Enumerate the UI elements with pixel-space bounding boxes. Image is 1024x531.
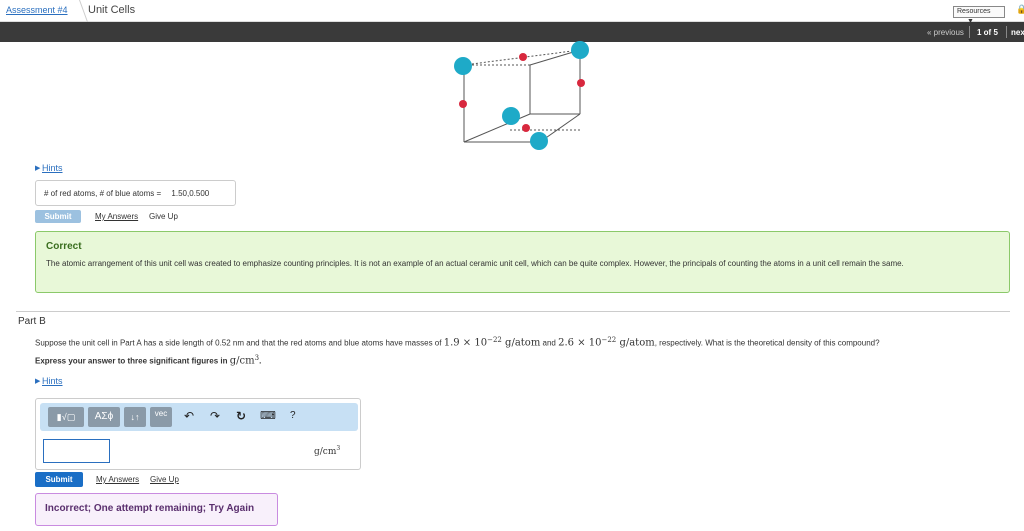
answer-unit-label: g/cm3 (314, 445, 340, 457)
part-b-answer-input[interactable] (43, 439, 110, 463)
instruction-unit: g/cm (229, 355, 255, 367)
part-b-instruction: Express your answer to three significant… (35, 354, 261, 367)
part-a-feedback-correct: Correct The atomic arrangement of this u… (35, 231, 1010, 293)
answer-unit: g/cm (314, 447, 337, 457)
vector-button[interactable]: vec (150, 407, 172, 427)
next-link[interactable]: next » (1011, 28, 1024, 37)
breadcrumb-assessment-link[interactable]: Assessment #4 (6, 5, 68, 15)
previous-link[interactable]: « previous (927, 28, 964, 37)
question-tail: , respectively. What is the theoretical … (654, 338, 880, 348)
unit-cell-diagram (454, 41, 589, 150)
instruction-text: Express your answer to three significant… (35, 356, 228, 366)
mass-blue: 2.6 × 10 (558, 337, 602, 349)
question-text: Suppose the unit cell in Part A has a si… (35, 338, 442, 348)
resources-dropdown[interactable]: Resources ▼ (953, 6, 1005, 25)
mass-blue-exponent: −22 (601, 336, 617, 344)
redo-icon[interactable]: ↷ (210, 409, 220, 423)
mass-red-unit: g/atom (501, 337, 541, 349)
part-a-hints-link[interactable]: Hints (42, 163, 63, 173)
feedback-incorrect-text: Incorrect; One attempt remaining; Try Ag… (45, 503, 255, 514)
instruction-end: . (259, 356, 262, 366)
part-b-submit-button[interactable]: Submit (35, 472, 83, 487)
red-atom (522, 124, 530, 132)
blue-atom (571, 41, 589, 59)
blue-atom (502, 107, 520, 125)
part-b-feedback-incorrect: Incorrect; One attempt remaining; Try Ag… (35, 493, 278, 526)
question-and: and (540, 338, 559, 348)
answer-unit-exponent: 3 (336, 445, 341, 452)
greek-symbols-button[interactable]: ΑΣϕ (88, 407, 120, 427)
undo-icon[interactable]: ↶ (184, 409, 194, 423)
cube-edge (463, 113, 531, 143)
templates-button[interactable]: ▮√▢ (48, 407, 84, 427)
caret-right-icon: ▶ (35, 165, 41, 172)
math-toolbar: ▮√▢ ΑΣϕ ↓↑ vec ↶ ↷ ↻ ⌨ ? (40, 403, 358, 431)
feedback-title: Correct (46, 241, 82, 252)
blue-atom (454, 57, 472, 75)
part-a-submit-button: Submit (35, 210, 81, 223)
help-icon[interactable]: ? (290, 410, 296, 421)
part-b-hints-link[interactable]: Hints (42, 376, 63, 386)
math-answer-editor: ▮√▢ ΑΣϕ ↓↑ vec ↶ ↷ ↻ ⌨ ? g/cm3 (35, 398, 361, 470)
nav-divider (969, 26, 970, 38)
caret-right-icon: ▶ (35, 378, 41, 385)
lock-icon[interactable]: 🔒 (1016, 4, 1024, 16)
header-bar: Assessment #4 Unit Cells Resources ▼ 🔒 (0, 0, 1024, 25)
blue-atom (530, 132, 548, 150)
part-b-my-answers-link[interactable]: My Answers (96, 475, 139, 484)
mass-red-exponent: −22 (487, 336, 502, 344)
part-divider (16, 311, 1010, 312)
breadcrumb-current: Unit Cells (88, 4, 136, 16)
part-a-give-up-link: Give Up (149, 212, 178, 221)
red-atom (519, 53, 527, 61)
keyboard-icon[interactable]: ⌨ (260, 409, 276, 422)
item-counter: 1 of 5 (977, 28, 998, 37)
reset-icon[interactable]: ↻ (236, 409, 246, 423)
part-b-question: Suppose the unit cell in Part A has a si… (35, 336, 880, 349)
part-b-title: Part B (18, 316, 46, 327)
part-a-answer-label: # of red atoms, # of blue atoms = (44, 189, 162, 198)
resources-label: Resources (957, 8, 991, 15)
part-a-answer-value: 1.50,0.500 (171, 189, 210, 198)
red-atom (577, 79, 585, 87)
arrows-button[interactable]: ↓↑ (124, 407, 146, 427)
feedback-text: The atomic arrangement of this unit cell… (46, 259, 904, 268)
breadcrumb-separator (71, 0, 89, 22)
part-a-answer-box: # of red atoms, # of blue atoms = 1.50,0… (35, 180, 236, 206)
part-b-give-up-link[interactable]: Give Up (150, 475, 179, 484)
mass-red: 1.9 × 10 (443, 337, 488, 349)
nav-divider (1006, 26, 1007, 38)
red-atom (459, 100, 467, 108)
part-a-my-answers-link[interactable]: My Answers (95, 212, 138, 221)
mass-blue-unit: g/atom (616, 337, 655, 349)
